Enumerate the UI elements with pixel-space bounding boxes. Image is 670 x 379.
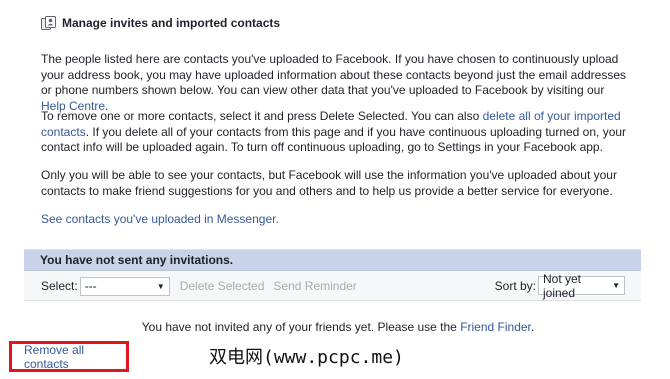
messenger-paragraph: See contacts you've uploaded in Messenge… bbox=[41, 212, 631, 228]
select-label: Select: bbox=[41, 279, 78, 293]
empty-msg-end: . bbox=[530, 320, 535, 334]
sort-control: Sort by: Not yet joined ▼ bbox=[494, 272, 625, 300]
section-header: Manage invites and imported contacts bbox=[41, 14, 280, 32]
remove-text-a: To remove one or more contacts, select i… bbox=[41, 109, 483, 123]
delete-selected-button[interactable]: Delete Selected bbox=[180, 279, 265, 293]
send-reminder-button[interactable]: Send Reminder bbox=[273, 279, 356, 293]
messenger-contacts-link[interactable]: See contacts you've uploaded in Messenge… bbox=[41, 212, 279, 226]
remove-paragraph: To remove one or more contacts, select i… bbox=[41, 109, 631, 156]
invites-toolbar: Select: --- ▼ Delete Selected Send Remin… bbox=[24, 272, 641, 301]
chevron-down-icon: ▼ bbox=[612, 281, 620, 290]
chevron-down-icon: ▼ bbox=[156, 281, 165, 291]
contacts-icon bbox=[41, 16, 56, 30]
invitations-bar: You have not sent any invitations. bbox=[24, 249, 641, 271]
friend-finder-link[interactable]: Friend Finder bbox=[460, 320, 531, 334]
privacy-paragraph: Only you will be able to see your contac… bbox=[41, 168, 617, 198]
select-dropdown[interactable]: --- ▼ bbox=[79, 276, 170, 296]
empty-msg-text: You have not invited any of your friends… bbox=[141, 320, 461, 334]
intro-paragraph: The people listed here are contacts you'… bbox=[41, 52, 631, 114]
select-value: --- bbox=[84, 279, 97, 293]
remove-all-highlight: Remove all contacts bbox=[9, 341, 129, 372]
watermark-text: 双电网(www.pcpc.me) bbox=[209, 347, 404, 368]
sort-dropdown[interactable]: Not yet joined ▼ bbox=[538, 272, 625, 300]
empty-invites-message: You have not invited any of your friends… bbox=[0, 320, 670, 334]
remove-text-b: . If you delete all of your contacts fro… bbox=[41, 124, 627, 155]
sort-label: Sort by: bbox=[494, 278, 536, 293]
intro-text: The people listed here are contacts you'… bbox=[41, 52, 627, 97]
remove-all-contacts-link[interactable]: Remove all contacts bbox=[24, 343, 126, 371]
page-title: Manage invites and imported contacts bbox=[62, 16, 281, 30]
sort-value: Not yet joined bbox=[543, 271, 582, 300]
